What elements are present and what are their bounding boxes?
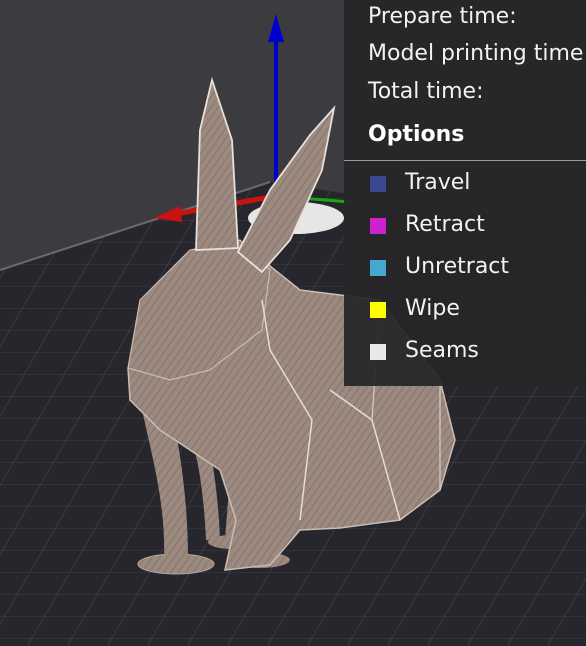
- stats-panel: Prepare time: Model printing time: Total…: [344, 0, 586, 386]
- seams-label: Seams: [405, 338, 479, 363]
- options-divider: [344, 160, 586, 161]
- retract-swatch: [370, 218, 386, 234]
- travel-label: Travel: [405, 170, 471, 195]
- prepare-time-label: Prepare time:: [368, 4, 517, 29]
- 3d-viewport[interactable]: Prepare time: Model printing time: Total…: [0, 0, 586, 646]
- legend-item-unretract[interactable]: Unretract: [370, 252, 580, 284]
- options-title: Options: [368, 122, 465, 147]
- wipe-swatch: [370, 302, 386, 318]
- wipe-label: Wipe: [405, 296, 460, 321]
- unretract-swatch: [370, 260, 386, 276]
- legend-item-seams[interactable]: Seams: [370, 336, 580, 368]
- total-time-label: Total time:: [368, 79, 484, 104]
- seams-swatch: [370, 344, 386, 360]
- travel-swatch: [370, 176, 386, 192]
- legend-item-travel[interactable]: Travel: [370, 168, 580, 200]
- model-printing-time-label: Model printing time:: [368, 41, 586, 66]
- legend-item-retract[interactable]: Retract: [370, 210, 580, 242]
- retract-label: Retract: [405, 212, 485, 237]
- unretract-label: Unretract: [405, 254, 510, 279]
- legend-item-wipe[interactable]: Wipe: [370, 294, 580, 326]
